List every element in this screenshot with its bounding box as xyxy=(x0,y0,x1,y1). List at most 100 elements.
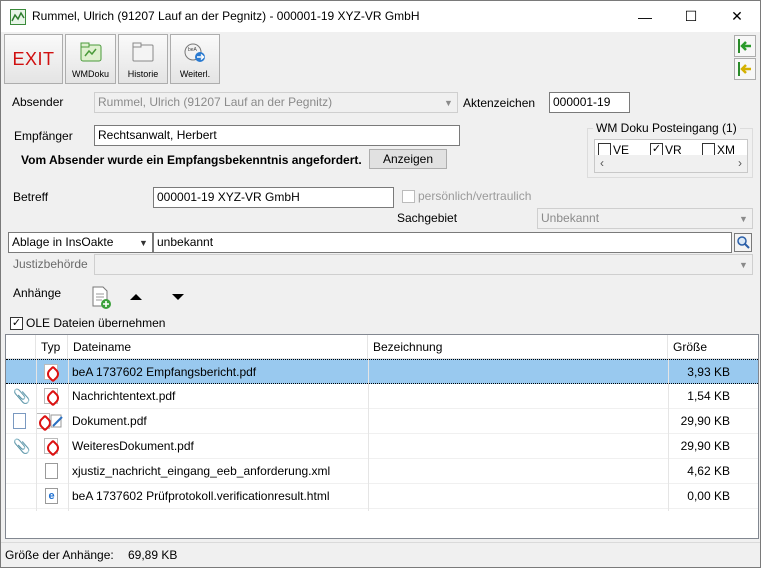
row-size: 0,00 KB xyxy=(687,489,730,503)
empfaenger-label: Empfänger xyxy=(14,129,73,143)
column-divider xyxy=(368,359,369,511)
table-row[interactable]: beA 1737602 Empfangsbericht.pdf 3,93 KB xyxy=(6,359,758,384)
add-document-icon xyxy=(92,286,111,309)
triangle-up-icon xyxy=(130,294,142,300)
anzeigen-button[interactable]: Anzeigen xyxy=(369,149,447,169)
row-size: 29,90 KB xyxy=(680,414,730,428)
row-size: 1,54 KB xyxy=(687,389,730,403)
posteingang-title: WM Doku Posteingang (1) xyxy=(593,121,740,135)
chevron-down-icon: ▼ xyxy=(139,237,148,248)
status-size-label: Größe der Anhänge: xyxy=(5,548,114,562)
vertraulich-label: persönlich/vertraulich xyxy=(418,189,532,203)
status-size-value: 69,89 KB xyxy=(128,548,178,562)
history-folder-icon xyxy=(132,42,154,64)
ole-label: OLE Dateien übernehmen xyxy=(26,316,166,330)
betreff-label: Betreff xyxy=(13,190,49,204)
scroll-left-icon[interactable]: ‹ xyxy=(600,156,604,170)
svg-text:beA: beA xyxy=(188,47,198,53)
column-divider xyxy=(668,359,669,511)
toolbar: EXIT WMDoku Historie beA Weiterl. xyxy=(1,32,760,88)
row-filename: Dokument.pdf xyxy=(72,414,147,428)
posteingang-scrollbar[interactable]: ‹ › xyxy=(595,155,747,172)
scroll-right-icon[interactable]: › xyxy=(738,156,742,170)
chevron-down-icon: ▼ xyxy=(444,97,453,108)
table-row[interactable]: 📎 WeiteresDokument.pdf 29,90 KB xyxy=(6,434,758,459)
arrow-left-icon xyxy=(738,39,751,53)
move-up-button[interactable] xyxy=(129,291,143,301)
status-bar: Größe der Anhänge: 69,89 KB xyxy=(1,542,760,567)
minimize-button[interactable]: — xyxy=(622,1,668,32)
maximize-button[interactable]: ☐ xyxy=(668,1,714,32)
app-window: Rummel, Ulrich (91207 Lauf an der Pegnit… xyxy=(0,0,761,568)
move-left-alt-button[interactable] xyxy=(734,58,756,80)
chevron-down-icon: ▼ xyxy=(739,213,748,224)
table-row[interactable]: e beA 1737602 Prüfprotokoll.verification… xyxy=(6,484,758,509)
ole-checkbox[interactable]: ✓ xyxy=(10,317,23,330)
table-header: Typ Dateiname Bezeichnung Größe xyxy=(6,335,758,359)
app-logo-icon xyxy=(10,9,26,25)
anhaenge-label: Anhänge xyxy=(13,286,62,300)
exit-label: EXIT xyxy=(12,49,55,69)
search-button[interactable] xyxy=(734,233,752,252)
betreff-field[interactable]: 000001-19 XYZ-VR GmbH xyxy=(153,187,394,208)
window-title: Rummel, Ulrich (91207 Lauf an der Pegnit… xyxy=(32,9,420,23)
col-groesse[interactable]: Größe xyxy=(668,335,758,359)
triangle-down-icon xyxy=(172,294,184,300)
column-divider xyxy=(68,359,69,511)
ablage-target-field[interactable]: unbekannt xyxy=(153,232,732,253)
posteingang-list: VE ✓ VR XM ‹ › xyxy=(594,139,748,173)
file-icon xyxy=(45,463,58,479)
signature-pen-icon xyxy=(50,413,64,429)
ablage-value: Ablage in InsOakte xyxy=(12,235,114,249)
title-bar: Rummel, Ulrich (91207 Lauf an der Pegnit… xyxy=(1,1,760,32)
absender-label: Absender xyxy=(12,95,64,109)
empfaenger-field[interactable]: Rechtsanwalt, Herbert xyxy=(94,125,460,146)
row-filename: beA 1737602 Prüfprotokoll.verificationre… xyxy=(72,489,330,503)
move-left-button[interactable] xyxy=(734,35,756,57)
historie-label: Historie xyxy=(127,69,159,79)
paperclip-icon: 📎 xyxy=(13,388,31,404)
aktenzeichen-field[interactable]: 000001-19 xyxy=(549,92,630,113)
absender-value: Rummel, Ulrich (91207 Lauf an der Pegnit… xyxy=(98,95,333,109)
table-row[interactable]: 📎 Nachrichtentext.pdf 1,54 KB xyxy=(6,384,758,409)
search-icon xyxy=(737,236,750,249)
sachgebiet-label: Sachgebiet xyxy=(397,211,458,225)
col-dateiname[interactable]: Dateiname xyxy=(68,335,368,359)
row-filename: xjustiz_nachricht_eingang_eeb_anforderun… xyxy=(72,464,331,478)
wmdoku-button[interactable]: WMDoku xyxy=(65,34,116,84)
pdf-icon xyxy=(44,438,58,454)
wmdoku-folder-icon xyxy=(80,42,102,64)
col-bezeichnung[interactable]: Bezeichnung xyxy=(368,335,668,359)
pdf-icon xyxy=(36,413,50,429)
col-attach[interactable] xyxy=(6,335,36,359)
move-down-button[interactable] xyxy=(171,291,185,301)
historie-button[interactable]: Historie xyxy=(118,34,168,84)
eeb-notice: Vom Absender wurde ein Empfangsbekenntni… xyxy=(21,153,362,167)
weiterleiten-button[interactable]: beA Weiterl. xyxy=(170,34,220,84)
pdf-icon xyxy=(44,388,58,404)
sachgebiet-value: Unbekannt xyxy=(541,211,600,225)
ablage-combobox[interactable]: Ablage in InsOakte ▼ xyxy=(8,232,153,253)
document-icon xyxy=(13,413,26,429)
wmdoku-label: WMDoku xyxy=(71,69,109,79)
html-file-icon: e xyxy=(45,488,58,504)
close-button[interactable]: ✕ xyxy=(714,1,760,32)
aktenzeichen-label: Aktenzeichen xyxy=(463,96,536,110)
vertraulich-checkbox[interactable] xyxy=(402,190,415,203)
chevron-down-icon: ▼ xyxy=(739,259,748,270)
col-typ[interactable]: Typ xyxy=(36,335,68,359)
weiterl-label: Weiterl. xyxy=(179,69,211,79)
row-filename: beA 1737602 Empfangsbericht.pdf xyxy=(72,365,257,379)
exit-button[interactable]: EXIT xyxy=(4,34,63,84)
justiz-combobox[interactable]: ▼ xyxy=(94,254,753,275)
paperclip-icon: 📎 xyxy=(13,438,31,454)
sachgebiet-combobox[interactable]: Unbekannt ▼ xyxy=(537,208,753,229)
absender-combobox[interactable]: Rummel, Ulrich (91207 Lauf an der Pegnit… xyxy=(94,92,458,113)
add-attachment-button[interactable] xyxy=(91,286,113,310)
forward-icon: beA xyxy=(183,42,207,66)
table-row[interactable]: xjustiz_nachricht_eingang_eeb_anforderun… xyxy=(6,459,758,484)
column-divider xyxy=(36,359,37,511)
row-filename: Nachrichtentext.pdf xyxy=(72,389,176,403)
row-size: 3,93 KB xyxy=(687,365,730,379)
table-row[interactable]: Dokument.pdf 29,90 KB xyxy=(6,409,758,434)
